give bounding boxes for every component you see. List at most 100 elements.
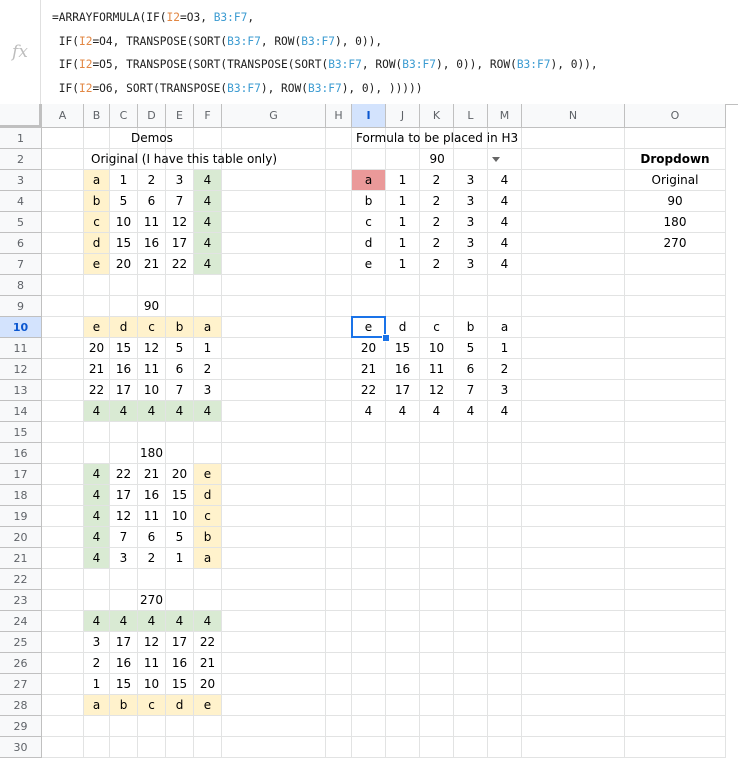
cell-d11[interactable]: 12	[138, 338, 166, 359]
cell-b5[interactable]: c	[84, 212, 110, 233]
cell-j3[interactable]: 1	[386, 170, 420, 191]
cell-b18[interactable]: 4	[84, 485, 110, 506]
cell-i28[interactable]	[352, 695, 386, 716]
cell-d3[interactable]: 2	[138, 170, 166, 191]
cell-k22[interactable]	[420, 569, 454, 590]
cell-j9[interactable]	[386, 296, 420, 317]
cell-k28[interactable]	[420, 695, 454, 716]
column-header-n[interactable]: N	[522, 104, 625, 128]
column-header-k[interactable]: K	[420, 104, 454, 128]
cell-e25[interactable]: 17	[166, 632, 194, 653]
cell-o23[interactable]	[625, 590, 726, 611]
cell-m10[interactable]: a	[488, 317, 522, 338]
cell-h3[interactable]	[326, 170, 352, 191]
cell-h21[interactable]	[326, 548, 352, 569]
cell-e11[interactable]: 5	[166, 338, 194, 359]
cell-g27[interactable]	[222, 674, 326, 695]
cell-k30[interactable]	[420, 737, 454, 758]
cell-d26[interactable]: 11	[138, 653, 166, 674]
cell-d15[interactable]	[138, 422, 166, 443]
cell-f27[interactable]: 20	[194, 674, 222, 695]
cell-a6[interactable]	[42, 233, 84, 254]
cell-g19[interactable]	[222, 506, 326, 527]
cell-d22[interactable]	[138, 569, 166, 590]
cell-d14[interactable]: 4	[138, 401, 166, 422]
cell-l21[interactable]	[454, 548, 488, 569]
cell-d19[interactable]: 11	[138, 506, 166, 527]
cell-j6[interactable]: 1	[386, 233, 420, 254]
cell-o14[interactable]	[625, 401, 726, 422]
cell-j10[interactable]: d	[386, 317, 420, 338]
cell-d13[interactable]: 10	[138, 380, 166, 401]
cell-o9[interactable]	[625, 296, 726, 317]
cell-o7[interactable]	[625, 254, 726, 275]
cell-n2[interactable]	[522, 149, 625, 170]
cell-b25[interactable]: 3	[84, 632, 110, 653]
cell-n6[interactable]	[522, 233, 625, 254]
cell-h5[interactable]	[326, 212, 352, 233]
cell-k3[interactable]: 2	[420, 170, 454, 191]
cell-n21[interactable]	[522, 548, 625, 569]
row-header-22[interactable]: 22	[0, 569, 42, 590]
cell-h6[interactable]	[326, 233, 352, 254]
cell-n20[interactable]	[522, 527, 625, 548]
cell-a14[interactable]	[42, 401, 84, 422]
cell-e27[interactable]: 15	[166, 674, 194, 695]
cell-k7[interactable]: 2	[420, 254, 454, 275]
cell-m7[interactable]: 4	[488, 254, 522, 275]
cell-k4[interactable]: 2	[420, 191, 454, 212]
cell-b1[interactable]	[84, 128, 110, 149]
cell-m6[interactable]: 4	[488, 233, 522, 254]
cell-i8[interactable]	[352, 275, 386, 296]
cell-m19[interactable]	[488, 506, 522, 527]
cell-m28[interactable]	[488, 695, 522, 716]
cell-e6[interactable]: 17	[166, 233, 194, 254]
cell-o27[interactable]	[625, 674, 726, 695]
cell-o12[interactable]	[625, 359, 726, 380]
cell-i3[interactable]: a	[352, 170, 386, 191]
cell-f13[interactable]: 3	[194, 380, 222, 401]
cell-d4[interactable]: 6	[138, 191, 166, 212]
cell-m17[interactable]	[488, 464, 522, 485]
cell-g10[interactable]	[222, 317, 326, 338]
cell-m8[interactable]	[488, 275, 522, 296]
cell-j29[interactable]	[386, 716, 420, 737]
select-all-corner[interactable]	[0, 104, 42, 128]
cell-f16[interactable]	[194, 443, 222, 464]
cell-i17[interactable]	[352, 464, 386, 485]
cell-l5[interactable]: 3	[454, 212, 488, 233]
cell-n15[interactable]	[522, 422, 625, 443]
cell-n13[interactable]	[522, 380, 625, 401]
cell-f21[interactable]: a	[194, 548, 222, 569]
cell-b19[interactable]: 4	[84, 506, 110, 527]
cell-i19[interactable]	[352, 506, 386, 527]
column-header-l[interactable]: L	[454, 104, 488, 128]
cell-f11[interactable]: 1	[194, 338, 222, 359]
cell-a11[interactable]	[42, 338, 84, 359]
cell-h13[interactable]	[326, 380, 352, 401]
column-header-j[interactable]: J	[386, 104, 420, 128]
row-header-1[interactable]: 1	[0, 128, 42, 149]
cell-a4[interactable]	[42, 191, 84, 212]
cell-d30[interactable]	[138, 737, 166, 758]
cell-n24[interactable]	[522, 611, 625, 632]
cell-j14[interactable]: 4	[386, 401, 420, 422]
cell-d23[interactable]: 270	[138, 590, 166, 611]
cell-b10[interactable]: e	[84, 317, 110, 338]
row-header-25[interactable]: 25	[0, 632, 42, 653]
cell-j13[interactable]: 17	[386, 380, 420, 401]
cell-b6[interactable]: d	[84, 233, 110, 254]
cell-h17[interactable]	[326, 464, 352, 485]
cell-o29[interactable]	[625, 716, 726, 737]
cell-a9[interactable]	[42, 296, 84, 317]
cell-k25[interactable]	[420, 632, 454, 653]
cell-i12[interactable]: 21	[352, 359, 386, 380]
cell-h19[interactable]	[326, 506, 352, 527]
cell-d18[interactable]: 16	[138, 485, 166, 506]
cell-g15[interactable]	[222, 422, 326, 443]
cell-a30[interactable]	[42, 737, 84, 758]
row-header-20[interactable]: 20	[0, 527, 42, 548]
cell-n16[interactable]	[522, 443, 625, 464]
cell-a10[interactable]	[42, 317, 84, 338]
cell-d8[interactable]	[138, 275, 166, 296]
